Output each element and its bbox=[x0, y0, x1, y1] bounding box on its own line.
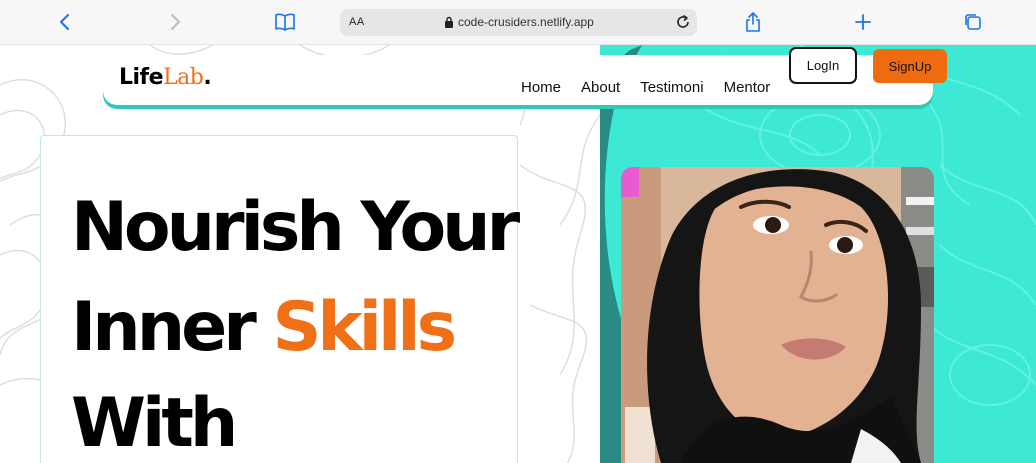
forward-button[interactable] bbox=[160, 8, 190, 36]
reader-options-button[interactable]: AA bbox=[349, 16, 365, 28]
hero-heading-line1: Nourish Your bbox=[71, 188, 520, 267]
address-bar[interactable]: AA code-crusiders.netlify.app bbox=[340, 9, 697, 36]
tabs-icon bbox=[965, 14, 981, 30]
logo-text-lab: Lab bbox=[163, 65, 204, 90]
hero-portrait-image bbox=[621, 167, 934, 463]
share-button[interactable] bbox=[738, 8, 768, 36]
url-text: code-crusiders.netlify.app bbox=[458, 15, 594, 29]
bookmarks-button[interactable] bbox=[270, 8, 300, 36]
back-button[interactable] bbox=[50, 8, 80, 36]
hero-heading-line2: Inner Skills bbox=[71, 288, 457, 367]
plus-icon bbox=[855, 14, 871, 30]
logo-text-life: Life bbox=[119, 65, 164, 90]
chevron-left-icon bbox=[60, 14, 69, 30]
hero-heading-line3: With bbox=[71, 384, 238, 463]
share-icon bbox=[746, 12, 760, 32]
login-button[interactable]: LogIn bbox=[789, 47, 857, 84]
nav-link-testimoni[interactable]: Testimoni bbox=[640, 79, 703, 96]
tabs-overview-button[interactable] bbox=[958, 8, 988, 36]
nav-link-mentor[interactable]: Mentor bbox=[724, 79, 771, 96]
site-logo[interactable]: LifeLab. bbox=[119, 65, 212, 90]
hero-photo bbox=[621, 167, 934, 463]
nav-links: Home About Testimoni Mentor bbox=[521, 79, 790, 96]
nav-link-home[interactable]: Home bbox=[521, 79, 561, 96]
hero-card: Nourish Your Inner Skills With bbox=[40, 135, 520, 463]
lock-icon bbox=[445, 16, 453, 28]
browser-toolbar: AA code-crusiders.netlify.app bbox=[0, 0, 1036, 45]
signup-button[interactable]: SignUp bbox=[873, 49, 947, 83]
chevron-right-icon bbox=[171, 14, 180, 30]
new-tab-button[interactable] bbox=[848, 8, 878, 36]
hero-heading-skills: Skills bbox=[272, 288, 457, 367]
book-icon bbox=[275, 13, 295, 31]
page-content: LifeLab. Home About Testimoni Mentor Log… bbox=[0, 45, 1036, 463]
hero-heading-inner: Inner bbox=[71, 288, 273, 367]
reload-icon[interactable] bbox=[674, 13, 692, 31]
nav-link-about[interactable]: About bbox=[581, 79, 620, 96]
logo-dot: . bbox=[203, 65, 212, 90]
